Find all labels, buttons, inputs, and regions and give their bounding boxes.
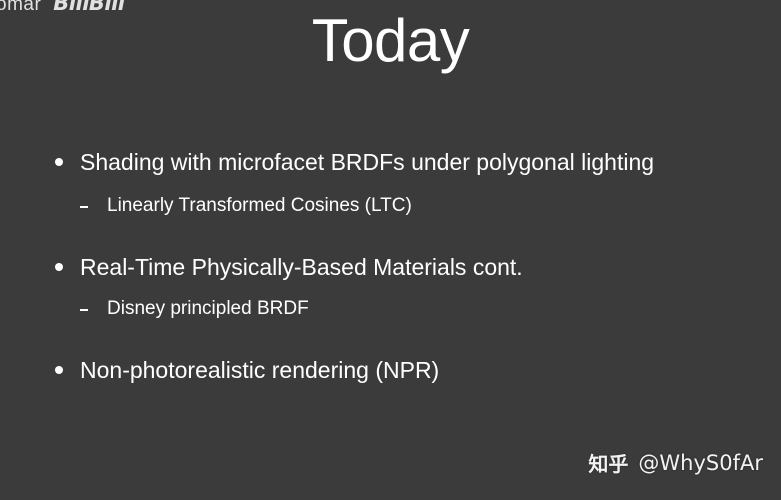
bullet-dot-icon bbox=[55, 263, 63, 271]
watermark-bottom-right: 知乎 @WhyS0fAr bbox=[588, 448, 763, 477]
slide: omar BiliBili Today Shading with microfa… bbox=[0, 0, 781, 500]
zhihu-logo: 知乎 bbox=[588, 452, 629, 476]
bullet-list: Shading with microfacet BRDFs under poly… bbox=[0, 0, 781, 500]
bullet-text: Real-Time Physically-Based Materials con… bbox=[80, 254, 523, 280]
sub-bullet-item: Linearly Transformed Cosines (LTC) bbox=[80, 194, 412, 218]
dash-icon bbox=[80, 309, 88, 311]
author-handle: @WhyS0fAr bbox=[638, 450, 763, 475]
sub-bullet-item: Disney principled BRDF bbox=[80, 297, 309, 321]
bullet-dot-icon bbox=[55, 158, 63, 166]
sub-bullet-text: Linearly Transformed Cosines (LTC) bbox=[107, 195, 412, 216]
sub-bullet-text: Disney principled BRDF bbox=[107, 298, 309, 319]
bullet-text: Non-photorealistic rendering (NPR) bbox=[80, 357, 440, 383]
bullet-item: Shading with microfacet BRDFs under poly… bbox=[55, 148, 654, 176]
bullet-dot-icon bbox=[55, 366, 63, 374]
bullet-item: Non-photorealistic rendering (NPR) bbox=[55, 356, 439, 384]
bullet-item: Real-Time Physically-Based Materials con… bbox=[55, 253, 523, 281]
dash-icon bbox=[80, 206, 88, 208]
bullet-text: Shading with microfacet BRDFs under poly… bbox=[80, 149, 655, 175]
